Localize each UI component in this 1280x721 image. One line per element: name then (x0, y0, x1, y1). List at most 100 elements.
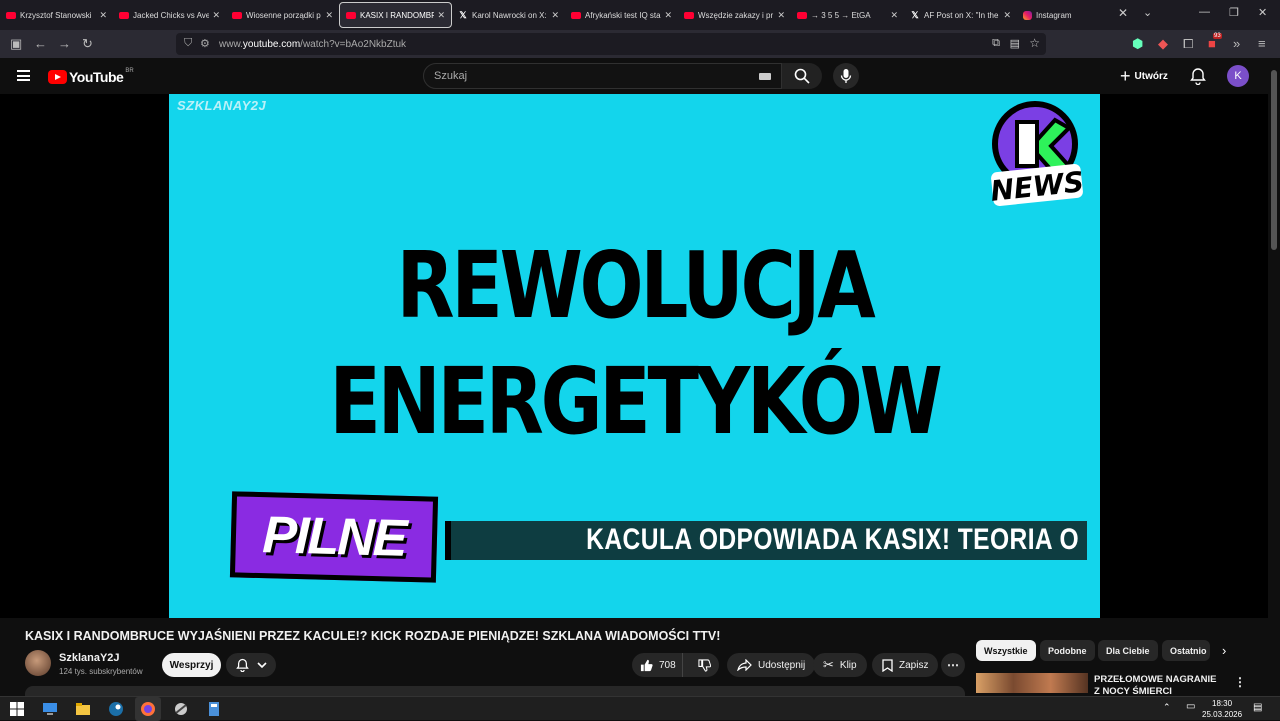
browser-tab[interactable]: Wszędzie zakazy i pr ✕ (678, 2, 791, 28)
tab-title: Wszędzie zakazy i pr (698, 10, 774, 20)
reload-button[interactable]: ↻ (82, 36, 93, 52)
video-player[interactable]: SZKLANAY2J NEWS REWOLUCJA ENERGETYKÓW PI… (0, 94, 1268, 618)
create-button[interactable]: + Utwórz (1120, 66, 1168, 86)
notification-center-icon[interactable]: ▤ (1253, 702, 1262, 713)
chip-recent[interactable]: Ostatnio (1162, 640, 1210, 661)
network-icon[interactable]: ▭ (1186, 701, 1195, 712)
breaking-badge: PILNE (229, 491, 439, 583)
keyboard-icon[interactable] (759, 73, 771, 80)
chip-for-you[interactable]: Dla Ciebie (1098, 640, 1158, 661)
extension-badge-count: 93 (1213, 33, 1222, 39)
create-label: Utwórz (1134, 70, 1168, 82)
description-box[interactable] (25, 686, 965, 696)
file-explorer-icon[interactable] (75, 701, 91, 717)
tab-close-icon[interactable]: ✕ (99, 10, 107, 21)
tab-close-icon[interactable]: ✕ (664, 10, 672, 21)
browser-tab[interactable]: Afrykański test IQ sta ✕ (565, 2, 678, 28)
chips-next-chevron-icon[interactable]: › (1222, 643, 1226, 658)
minimize-button[interactable]: — (1199, 6, 1210, 18)
tab-list-chevron-icon[interactable]: ⌄ (1143, 6, 1152, 19)
calculator-icon[interactable] (206, 701, 222, 717)
more-actions-button[interactable]: ⋯ (941, 653, 965, 677)
browser-tab[interactable]: Krzysztof Stanowski ✕ (0, 2, 113, 28)
channel-name[interactable]: SzklanaY2J (59, 652, 120, 664)
share-button[interactable]: Udostępnij (727, 653, 816, 677)
save-button[interactable]: Zapisz (872, 653, 939, 677)
clip-button[interactable]: ✂ Klip (813, 653, 867, 677)
chip-related[interactable]: Podobne (1040, 640, 1095, 661)
recommendation-thumbnail[interactable] (976, 673, 1088, 693)
back-button[interactable]: ← (34, 36, 47, 51)
browser-tab[interactable]: → 3 5 5 → EtGA ✕ (791, 2, 904, 28)
screenshot-icon[interactable]: ⧉ (992, 37, 1000, 50)
tab-close-icon[interactable]: ✕ (325, 10, 333, 21)
tab-close-icon[interactable]: ✕ (212, 10, 220, 21)
shield-icon[interactable]: ⛉ (184, 37, 192, 50)
search-input[interactable]: Szukaj (423, 63, 782, 89)
extension-shield-icon[interactable]: ⬢ (1132, 36, 1143, 52)
support-button[interactable]: Wesprzyj (162, 653, 221, 677)
bookmark-star-icon[interactable]: ☆ (1029, 36, 1040, 50)
system-clock[interactable]: 18:30 25.03.2026 (1202, 698, 1242, 720)
headline-line-1: REWOLUCJA (396, 232, 876, 339)
page-settings-icon[interactable]: ⚙ (200, 37, 210, 50)
recommendation-title[interactable]: PRZEŁOMOWE NAGRANIE Z NOCY ŚMIERCI EPSTE… (1094, 674, 1218, 694)
browser-tab[interactable]: Wiosenne porządki p ✕ (226, 2, 339, 28)
search-button[interactable] (782, 63, 822, 89)
youtube-play-icon (48, 70, 67, 84)
recommendation-menu-icon[interactable]: ⋮ (1234, 675, 1246, 689)
extensions-puzzle-icon[interactable]: ⧠ (1183, 36, 1193, 52)
dislike-button[interactable] (689, 658, 719, 672)
steam-icon[interactable] (108, 701, 124, 717)
tab-close-icon[interactable]: ✕ (551, 10, 559, 21)
thumbs-up-icon (640, 659, 653, 671)
reader-view-icon[interactable]: ▤ (1010, 37, 1020, 50)
browser-tab[interactable]: Jacked Chicks vs Aver ✕ (113, 2, 226, 28)
tab-close-icon[interactable]: ✕ (1003, 10, 1011, 21)
account-avatar[interactable]: K (1227, 65, 1249, 87)
chip-all[interactable]: Wszystkie (976, 640, 1036, 661)
tab-title: Instagram (1036, 10, 1072, 20)
bell-icon (235, 658, 249, 672)
tab-close-icon[interactable]: ✕ (437, 10, 445, 21)
notifications-button[interactable] (1190, 67, 1206, 90)
page-scrollbar[interactable] (1268, 58, 1280, 696)
monitor-icon[interactable] (42, 701, 58, 717)
close-window-button[interactable]: ✕ (1258, 6, 1267, 19)
video-frame[interactable]: SZKLANAY2J NEWS REWOLUCJA ENERGETYKÓW PI… (169, 94, 1100, 618)
like-button[interactable]: 708 (632, 653, 684, 677)
tab-close-icon[interactable]: ✕ (890, 10, 898, 21)
app-icon[interactable] (173, 701, 189, 717)
new-tab-button[interactable]: ✕ (1118, 6, 1128, 20)
scrollbar-thumb[interactable] (1271, 70, 1277, 250)
tab-close-icon[interactable]: ✕ (777, 10, 785, 21)
browser-tab[interactable]: Instagram (1017, 2, 1130, 28)
app-menu-icon[interactable]: ≡ (1258, 36, 1266, 51)
microphone-icon (840, 69, 852, 83)
firefox-icon[interactable] (140, 701, 156, 717)
extension-fox-icon[interactable]: ◆ (1158, 36, 1168, 52)
youtube-icon (571, 11, 581, 19)
overflow-menu-icon[interactable]: » (1233, 36, 1240, 51)
restore-button[interactable]: ❐ (1229, 6, 1239, 19)
clock-time: 18:30 (1212, 699, 1233, 708)
youtube-icon (684, 11, 694, 19)
save-label: Zapisz (899, 659, 929, 671)
channel-avatar[interactable] (25, 650, 51, 676)
browser-tab[interactable]: 𝕏 AF Post on X: "In the ✕ (904, 2, 1017, 28)
youtube-logo[interactable]: YouTube BR (48, 68, 134, 85)
sidebar-toggle-icon[interactable]: ▣ (10, 36, 22, 52)
tray-chevron-icon[interactable]: ⌃ (1163, 702, 1171, 713)
address-bar[interactable]: ⛉ ⚙ www. youtube.com/watch?v=bAo2NkbZtuk … (176, 33, 1046, 55)
video-title: KASIX I RANDOMBRUCE WYJAŚNIENI PRZEZ KAC… (25, 629, 721, 643)
country-code: BR (125, 68, 134, 74)
browser-tab[interactable]: 𝕏 Karol Nawrocki on X: ✕ (452, 2, 565, 28)
subscription-bell-button[interactable] (226, 653, 276, 677)
youtube-icon (119, 11, 129, 19)
browser-tab[interactable]: KASIX I RANDOMBRU ✕ (339, 2, 452, 28)
youtube-header: YouTube BR Szukaj + Utwórz K (0, 58, 1268, 94)
voice-search-button[interactable] (833, 63, 859, 89)
menu-icon[interactable] (17, 70, 30, 81)
forward-button[interactable]: → (58, 36, 71, 51)
windows-start-icon[interactable] (9, 701, 25, 717)
